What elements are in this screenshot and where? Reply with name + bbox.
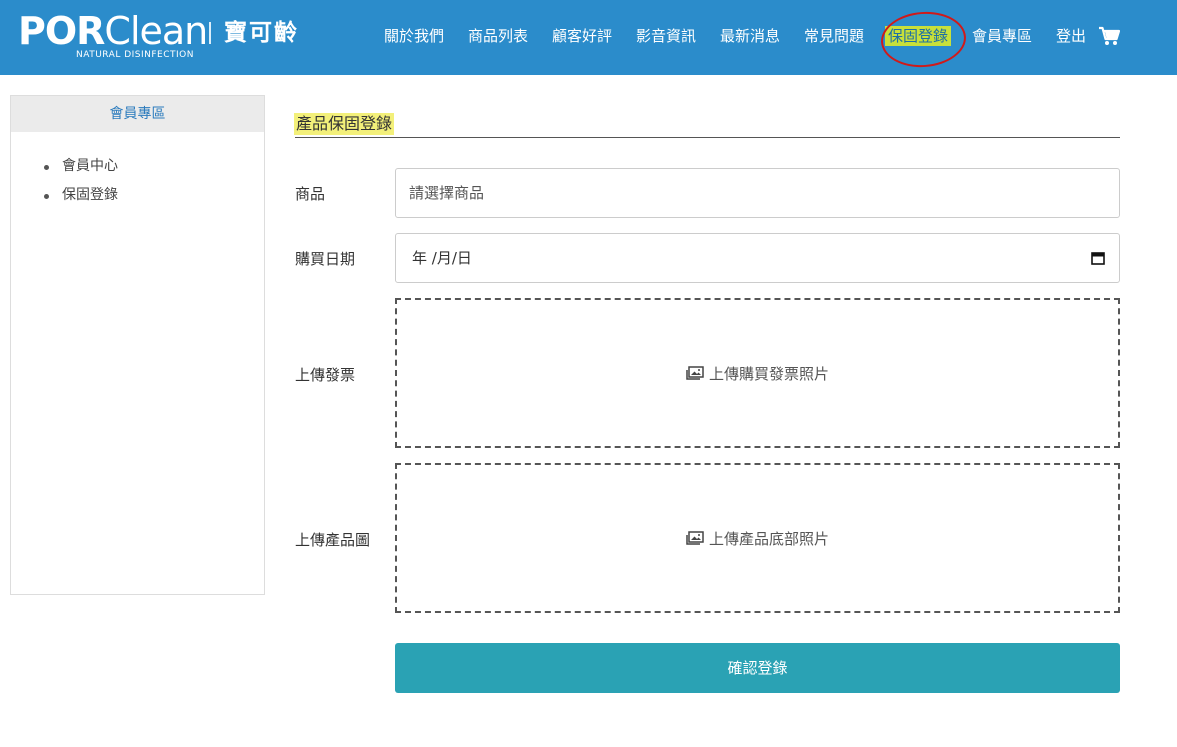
image-icon [686,531,704,545]
top-navigation-bar: PORClean NATURAL DISINFECTION 寶可齡 關於我們 商… [0,0,1177,75]
purchase-date-value: 年 /月/日 [412,249,472,267]
nav-reviews[interactable]: 顧客好評 [552,23,612,49]
product-image-upload-area[interactable]: 上傳產品底部照片 [395,463,1120,613]
invoice-label: 上傳發票 [295,366,356,384]
sidebar-item-warranty[interactable]: 保固登錄 [11,181,264,210]
product-image-upload-content: 上傳產品底部照片 [397,465,1118,611]
purchase-date-input[interactable]: 年 /月/日 [395,233,1120,283]
invoice-upload-area[interactable]: 上傳購買發票照片 [395,298,1120,448]
confirm-register-button[interactable]: 確認登錄 [395,643,1120,693]
nav-logout[interactable]: 登出 [1056,23,1086,49]
sidebar-title: 會員專區 [11,96,264,132]
image-icon [686,366,704,380]
product-image-label: 上傳產品圖 [295,531,371,549]
purchase-date-label: 購買日期 [295,250,356,268]
product-label: 商品 [295,185,326,203]
title-divider [295,137,1120,138]
calendar-icon[interactable] [1091,251,1105,265]
sidebar-menu: 會員中心 保固登錄 [11,132,264,210]
nav-member[interactable]: 會員專區 [972,23,1032,49]
invoice-upload-text: 上傳購買發票照片 [708,364,829,383]
nav-media[interactable]: 影音資訊 [636,23,696,49]
product-select-placeholder: 請選擇商品 [409,184,485,202]
product-image-upload-text: 上傳產品底部照片 [708,529,829,548]
logo-tagline: NATURAL DISINFECTION [76,50,194,60]
annotation-circle [879,9,968,70]
sidebar-item-member-center[interactable]: 會員中心 [11,152,264,181]
invoice-upload-content: 上傳購買發票照片 [397,300,1118,446]
product-select[interactable]: 請選擇商品 [395,168,1120,218]
main-nav: 關於我們 商品列表 顧客好評 影音資訊 最新消息 常見問題 保固登錄 會員專區 … [0,23,1177,49]
page-title: 產品保固登錄 [294,113,395,135]
cart-icon[interactable] [1098,26,1120,46]
nav-products[interactable]: 商品列表 [468,23,528,49]
nav-news[interactable]: 最新消息 [720,23,780,49]
nav-faq[interactable]: 常見問題 [804,23,864,49]
member-sidebar: 會員專區 會員中心 保固登錄 [10,95,265,595]
nav-about[interactable]: 關於我們 [384,23,444,49]
